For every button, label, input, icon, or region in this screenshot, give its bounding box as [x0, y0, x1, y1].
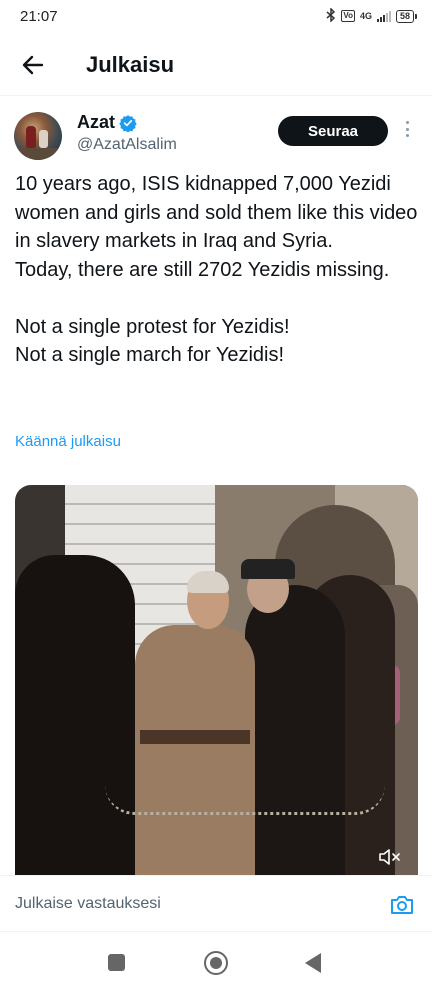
more-vertical-icon[interactable]	[400, 118, 414, 140]
post-text: 10 years ago, ISIS kidnapped 7,000 Yezid…	[15, 173, 418, 366]
volte-icon: Vo	[341, 10, 355, 22]
avatar[interactable]	[14, 112, 62, 160]
reply-input[interactable]: Julkaise vastauksesi	[15, 895, 161, 913]
recents-square-icon[interactable]	[108, 954, 125, 971]
app-header: Julkaisu	[0, 34, 432, 96]
arrow-left-icon[interactable]	[16, 48, 50, 82]
post-author-row: Azat @AzatAlsalim Seuraa	[0, 96, 432, 168]
author-display-name[interactable]: Azat	[77, 112, 137, 133]
camera-icon[interactable]	[388, 891, 416, 919]
network-type-label: 4G	[359, 10, 372, 21]
status-bar: 21:07 Vo 4G 58	[0, 0, 432, 34]
reply-bar: Julkaise vastauksesi	[0, 875, 432, 931]
page-title: Julkaisu	[86, 52, 175, 77]
back-triangle-icon[interactable]	[305, 953, 321, 973]
author-handle[interactable]: @AzatAlsalim	[77, 136, 177, 154]
system-nav-bar	[0, 931, 432, 990]
post-video[interactable]	[15, 485, 418, 875]
battery-icon: 58	[395, 9, 418, 23]
home-circle-icon[interactable]	[204, 951, 228, 975]
follow-button[interactable]: Seuraa	[278, 116, 388, 146]
verified-badge-icon	[119, 114, 137, 132]
volume-muted-icon[interactable]	[378, 847, 402, 867]
status-icons: Vo 4G 58	[326, 7, 418, 24]
signal-icon	[376, 10, 391, 22]
translate-post-link[interactable]: Käännä julkaisu	[15, 433, 121, 450]
status-time: 21:07	[20, 8, 58, 25]
author-name-text: Azat	[77, 112, 116, 132]
bluetooth-icon	[326, 7, 336, 24]
